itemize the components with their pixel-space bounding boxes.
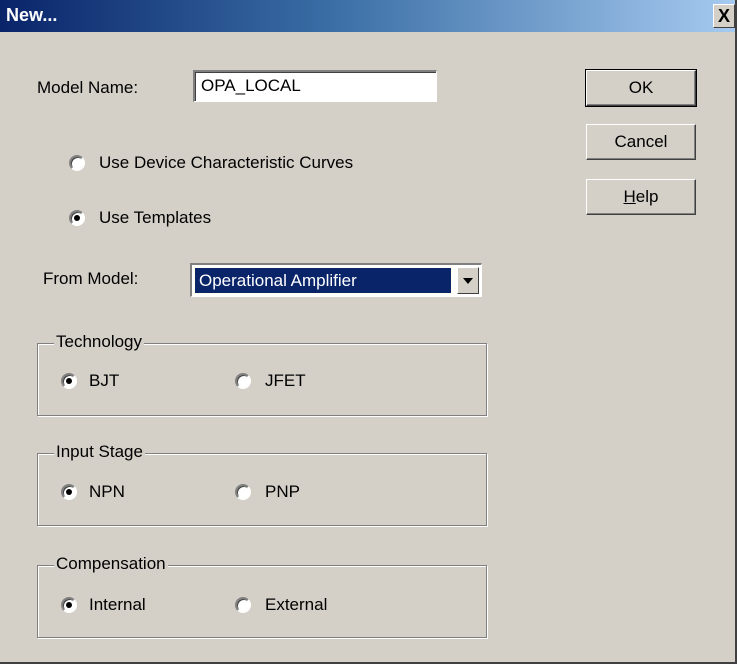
radio-use-templates[interactable]: [69, 210, 85, 226]
from-model-selected-value[interactable]: Operational Amplifier: [194, 267, 452, 294]
window-title: New...: [6, 5, 58, 25]
radio-npn[interactable]: [61, 484, 77, 500]
close-button[interactable]: X: [713, 4, 735, 28]
compensation-group-title: Compensation: [54, 554, 168, 574]
close-icon: X: [717, 6, 730, 26]
technology-group-title: Technology: [54, 332, 145, 352]
from-model-label: From Model:: [43, 269, 139, 288]
pnp-label[interactable]: PNP: [265, 482, 300, 502]
model-name-label: Model Name:: [37, 78, 139, 97]
input-stage-group-title: Input Stage: [54, 442, 145, 462]
title-bar[interactable]: New... X: [0, 0, 735, 32]
jfet-label[interactable]: JFET: [265, 371, 306, 391]
help-button[interactable]: Help: [586, 179, 696, 215]
help-label-rest: elp: [635, 187, 659, 206]
new-model-dialog: New... X Model Name: OPA_LOCAL OK Cancel…: [0, 0, 737, 664]
from-model-select[interactable]: Operational Amplifier: [190, 263, 482, 297]
radio-external[interactable]: [235, 597, 251, 613]
radio-internal[interactable]: [61, 597, 77, 613]
help-mnemonic: H: [623, 187, 636, 206]
use-templates-label[interactable]: Use Templates: [99, 208, 211, 228]
bjt-label[interactable]: BJT: [89, 371, 119, 391]
npn-label[interactable]: NPN: [89, 482, 125, 502]
model-name-input[interactable]: OPA_LOCAL: [193, 70, 437, 102]
device-curves-label[interactable]: Use Device Characteristic Curves: [99, 153, 353, 173]
internal-label[interactable]: Internal: [89, 595, 146, 615]
radio-pnp[interactable]: [235, 484, 251, 500]
cancel-button[interactable]: Cancel: [586, 124, 696, 160]
external-label[interactable]: External: [265, 595, 327, 615]
radio-device-curves[interactable]: [69, 155, 85, 171]
radio-jfet[interactable]: [235, 373, 251, 389]
chevron-down-icon[interactable]: [457, 267, 479, 294]
radio-bjt[interactable]: [61, 373, 77, 389]
ok-button[interactable]: OK: [585, 69, 697, 107]
